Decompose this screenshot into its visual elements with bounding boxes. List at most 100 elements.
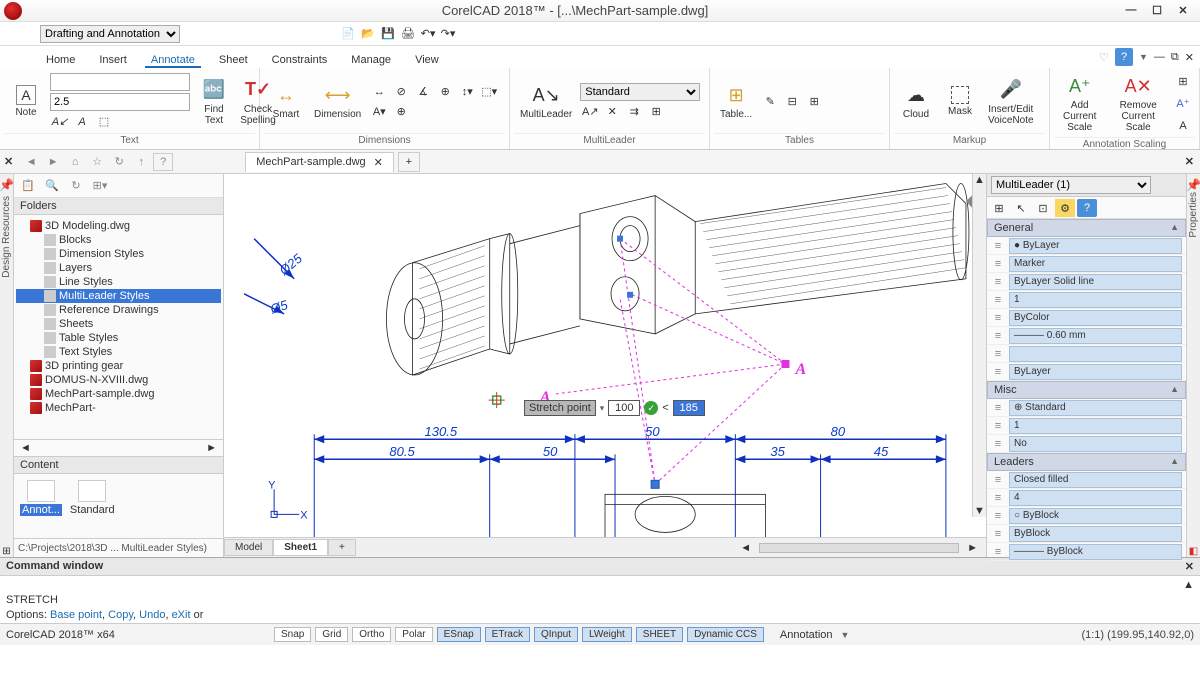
panel-tool-2-icon[interactable]: 🔍 — [42, 177, 62, 195]
nav-back-icon[interactable]: ◄ — [21, 153, 41, 171]
property-row[interactable]: ≡ — [987, 345, 1186, 363]
dim-tool-3-icon[interactable]: ∡ — [413, 83, 433, 101]
ml-tool-2-icon[interactable]: ✕ — [602, 103, 622, 121]
pin-right-icon[interactable]: 📌 — [1186, 178, 1200, 192]
option-copy[interactable]: Copy — [108, 609, 133, 621]
text-tool-b-icon[interactable]: A — [72, 113, 92, 131]
property-row[interactable]: ≡ByLayer — [987, 363, 1186, 381]
add-document-tab-button[interactable]: + — [398, 152, 420, 172]
content-header[interactable]: Content — [14, 457, 223, 474]
property-row[interactable]: ≡——— ByBlock — [987, 543, 1186, 561]
dim-tool-2-icon[interactable]: ⊘ — [391, 83, 411, 101]
text-style-input[interactable] — [50, 73, 190, 91]
command-close-icon[interactable]: ✕ — [1185, 560, 1194, 573]
mdi-minimize-icon[interactable]: — — [1154, 51, 1165, 63]
property-value[interactable]: ——— 0.60 mm — [1009, 328, 1182, 344]
text-field-icon[interactable]: ⬚ — [94, 113, 114, 131]
property-value[interactable]: ByBlock — [1009, 526, 1182, 542]
scale-tool-3-icon[interactable]: A — [1173, 117, 1193, 135]
document-tab-close-icon[interactable]: ✕ — [374, 156, 383, 169]
dim-tool-1-icon[interactable]: ↔ — [369, 83, 389, 101]
add-scale-button[interactable]: A⁺ Add Current Scale — [1056, 72, 1103, 135]
property-value[interactable]: ——— ByBlock — [1009, 544, 1182, 560]
panel-close-icon[interactable]: ✕ — [0, 155, 17, 168]
scale-tool-2-icon[interactable]: A⁺ — [1173, 95, 1193, 113]
right-rail-bottom-icon[interactable]: ◧ — [1189, 546, 1198, 557]
mask-button[interactable]: Mask — [940, 84, 980, 119]
model-tab[interactable]: Model — [224, 539, 273, 556]
table-tool-2-icon[interactable]: ⊟ — [782, 93, 802, 111]
dimension-button[interactable]: ⟷ Dimension — [310, 81, 365, 122]
tree-item[interactable]: MechPart-sample.dwg — [16, 387, 221, 401]
property-value[interactable]: 1 — [1009, 418, 1182, 434]
hscroll-bar[interactable] — [759, 543, 959, 553]
table-tool-1-icon[interactable]: ✎ — [760, 93, 780, 111]
property-row[interactable]: ≡Marker — [987, 255, 1186, 273]
cmd-scroll-up-icon[interactable]: ▲ — [1183, 578, 1194, 593]
remove-scale-button[interactable]: A✕ Remove Current Scale — [1107, 72, 1169, 135]
property-row[interactable]: ≡ByLayer Solid line — [987, 273, 1186, 291]
prop-tb-2-icon[interactable]: ↖ — [1011, 199, 1031, 217]
property-row[interactable]: ≡1 — [987, 417, 1186, 435]
ml-tool-4-icon[interactable]: ⊞ — [646, 103, 666, 121]
properties-tab[interactable]: Properties — [1188, 192, 1199, 238]
maximize-button[interactable]: ☐ — [1150, 4, 1164, 17]
tree-item[interactable]: DOMUS-N-XVIII.dwg — [16, 373, 221, 387]
sheet1-tab[interactable]: Sheet1 — [273, 539, 328, 556]
left-rail-bottom-icon[interactable]: ⊞ — [2, 546, 10, 557]
property-value[interactable]: No — [1009, 436, 1182, 452]
menu-insert[interactable]: Insert — [93, 52, 133, 68]
dim-tool-5-icon[interactable]: ↕▾ — [457, 83, 477, 101]
note-button[interactable]: A Note — [6, 83, 46, 120]
property-value[interactable]: ⊕ Standard — [1009, 400, 1182, 416]
status-snap-button[interactable]: Snap — [274, 627, 311, 642]
property-row[interactable]: ≡4 — [987, 489, 1186, 507]
dim-tool-4-icon[interactable]: ⊕ — [435, 83, 455, 101]
add-sheet-button[interactable]: + — [328, 539, 356, 556]
property-value[interactable]: Marker — [1009, 256, 1182, 272]
mdi-restore-icon[interactable]: ⧉ — [1171, 51, 1179, 64]
status-qinput-button[interactable]: QInput — [534, 627, 578, 642]
ml-tool-1-icon[interactable]: A↗ — [580, 103, 600, 121]
tree-item[interactable]: MechPart- — [16, 401, 221, 415]
property-value[interactable]: ByLayer — [1009, 364, 1182, 380]
property-value[interactable]: 1 — [1009, 292, 1182, 308]
pin-left-icon[interactable]: 📌 — [0, 178, 14, 192]
panel-tool-1-icon[interactable]: 📋 — [18, 177, 38, 195]
tree-item[interactable]: Layers — [16, 261, 221, 275]
tree-item[interactable]: Sheets — [16, 317, 221, 331]
close-button[interactable]: ✕ — [1176, 4, 1190, 17]
nav-help-icon[interactable]: ? — [153, 153, 173, 171]
stretch-distance-input[interactable]: 100 — [608, 400, 640, 416]
help-button[interactable]: ? — [1115, 48, 1133, 66]
misc-section-header[interactable]: Misc▲ — [987, 381, 1186, 399]
dim-tool-6-icon[interactable]: ⬚▾ — [479, 83, 499, 101]
property-value[interactable]: 4 — [1009, 490, 1182, 506]
dim-tool-8-icon[interactable]: ⊕ — [391, 103, 411, 121]
property-row[interactable]: ≡No — [987, 435, 1186, 453]
new-file-icon[interactable]: 📄 — [340, 25, 356, 41]
voicenote-button[interactable]: 🎤 Insert/Edit VoiceNote — [984, 76, 1038, 128]
smart-dimension-button[interactable]: ↔ Smart — [266, 81, 306, 122]
properties-selector[interactable]: MultiLeader (1) — [991, 176, 1151, 194]
status-esnap-button[interactable]: ESnap — [437, 627, 481, 642]
table-button[interactable]: ⊞ Table... — [716, 81, 756, 122]
menu-annotate[interactable]: Annotate — [145, 52, 201, 68]
status-grid-button[interactable]: Grid — [315, 627, 348, 642]
multileader-style-select[interactable]: Standard — [580, 83, 700, 101]
property-value[interactable]: ● ByLayer — [1009, 238, 1182, 254]
property-row[interactable]: ≡ByColor — [987, 309, 1186, 327]
document-tab[interactable]: MechPart-sample.dwg ✕ — [245, 152, 394, 172]
design-resources-tab[interactable]: Design Resources — [1, 196, 12, 278]
cloud-button[interactable]: ☁ Cloud — [896, 81, 936, 122]
stretch-angle-input[interactable]: 185 — [673, 400, 705, 416]
drawing-canvas[interactable]: A A Ø25 Ø5 130.5 50 — [224, 174, 986, 557]
save-icon[interactable]: 💾 — [380, 25, 396, 41]
tree-scroll-left-icon[interactable]: ◄ — [20, 442, 31, 454]
nav-up-icon[interactable]: ↑ — [131, 153, 151, 171]
prop-tb-4-icon[interactable]: ⚙ — [1055, 199, 1075, 217]
tree-item[interactable]: 3D printing gear — [16, 359, 221, 373]
status-ortho-button[interactable]: Ortho — [352, 627, 391, 642]
stretch-confirm-icon[interactable]: ✓ — [644, 401, 658, 415]
prop-tb-3-icon[interactable]: ⊡ — [1033, 199, 1053, 217]
